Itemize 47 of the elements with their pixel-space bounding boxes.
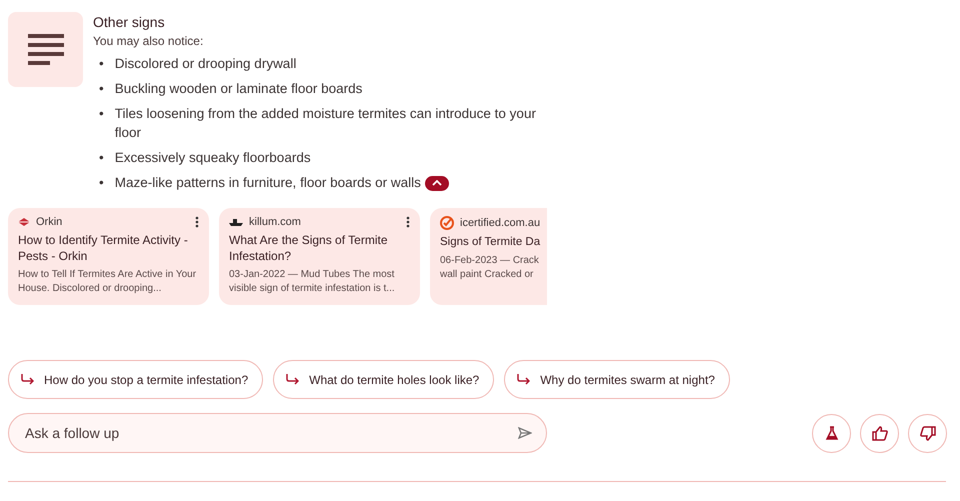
source-card[interactable]: icertified.com.au Signs of Termite Da 06-Feb-2023 — Crack wall paint Cracked or <box>430 208 547 305</box>
suggestion-chip[interactable]: What do termite holes look like? <box>273 360 494 399</box>
arrow-icon <box>21 374 34 385</box>
list-item: Excessively squeaky floorboards <box>114 150 311 165</box>
arrow-icon <box>286 374 300 385</box>
chevron-icon <box>432 180 442 186</box>
thumbs-up-icon <box>872 426 888 440</box>
thumbs-up-button[interactable] <box>860 414 899 452</box>
section-subtitle: You may also notice: <box>93 34 204 48</box>
source-snippet: 06-Feb-2023 — Crack wall paint Cracked or <box>440 254 540 282</box>
bullet: • <box>99 105 104 123</box>
send-icon[interactable] <box>518 427 532 439</box>
suggestion-chip[interactable]: How do you stop a termite infestation? <box>8 360 264 399</box>
arrow-icon <box>517 374 530 385</box>
diamond-logo-icon <box>18 218 30 226</box>
source-snippet: How to Tell If Termites Are Active in Your House. Discolored or drooping... <box>18 268 198 296</box>
thumbs-down-button[interactable] <box>908 414 947 452</box>
ship-logo-icon <box>229 218 243 226</box>
source-site: icertified.com.au <box>460 217 542 229</box>
source-card[interactable]: killum.com What Are the Signs of Termite Infestation? 03-Jan-2022 — Mud Tubes The most visible sign of termite infestation is t... <box>219 208 420 305</box>
collapse-button[interactable] <box>424 176 449 191</box>
source-title: Signs of Termite Da <box>440 235 540 250</box>
source-site: Orkin <box>36 216 64 228</box>
list-item: Discolored or drooping drywall <box>114 56 296 71</box>
suggestion-chip[interactable]: Why do termites swarm at night? <box>504 360 730 399</box>
list-item: Maze-like patterns in furniture, floor boards or walls <box>114 175 421 190</box>
more-icon[interactable] <box>406 216 410 228</box>
source-site: killum.com <box>249 216 302 228</box>
flask-button[interactable] <box>812 414 851 452</box>
bullet: • <box>99 174 104 192</box>
text-lines-icon <box>8 12 83 87</box>
thumbs-down-icon <box>920 426 936 440</box>
source-snippet: 03-Jan-2022 — Mud Tubes The most visible sign of termite infestation is t... <box>229 268 396 296</box>
source-title: How to Identify Termite Activity - Pests - Orkin <box>18 232 189 264</box>
section-title: Other signs <box>93 14 166 30</box>
follow-up-field[interactable]: Ask a follow up <box>8 413 547 453</box>
check-logo-icon <box>440 216 454 230</box>
bullet: • <box>99 80 104 98</box>
bullet: • <box>99 55 104 73</box>
bullet: • <box>99 149 104 167</box>
more-icon[interactable] <box>195 216 199 228</box>
source-card[interactable]: Orkin How to Identify Termite Activity - Pests - Orkin How to Tell If Termites Are Active in Your House. Discolored or drooping... <box>8 208 209 305</box>
list-item: Tiles loosening from the added moisture termites can introduce to your floor <box>114 106 536 140</box>
follow-up-input[interactable]: Ask a follow up <box>23 424 518 442</box>
flask-icon <box>824 426 838 440</box>
source-title: What Are the Signs of Termite Infestation? <box>229 232 389 264</box>
list-item: Buckling wooden or laminate floor boards <box>114 81 362 96</box>
